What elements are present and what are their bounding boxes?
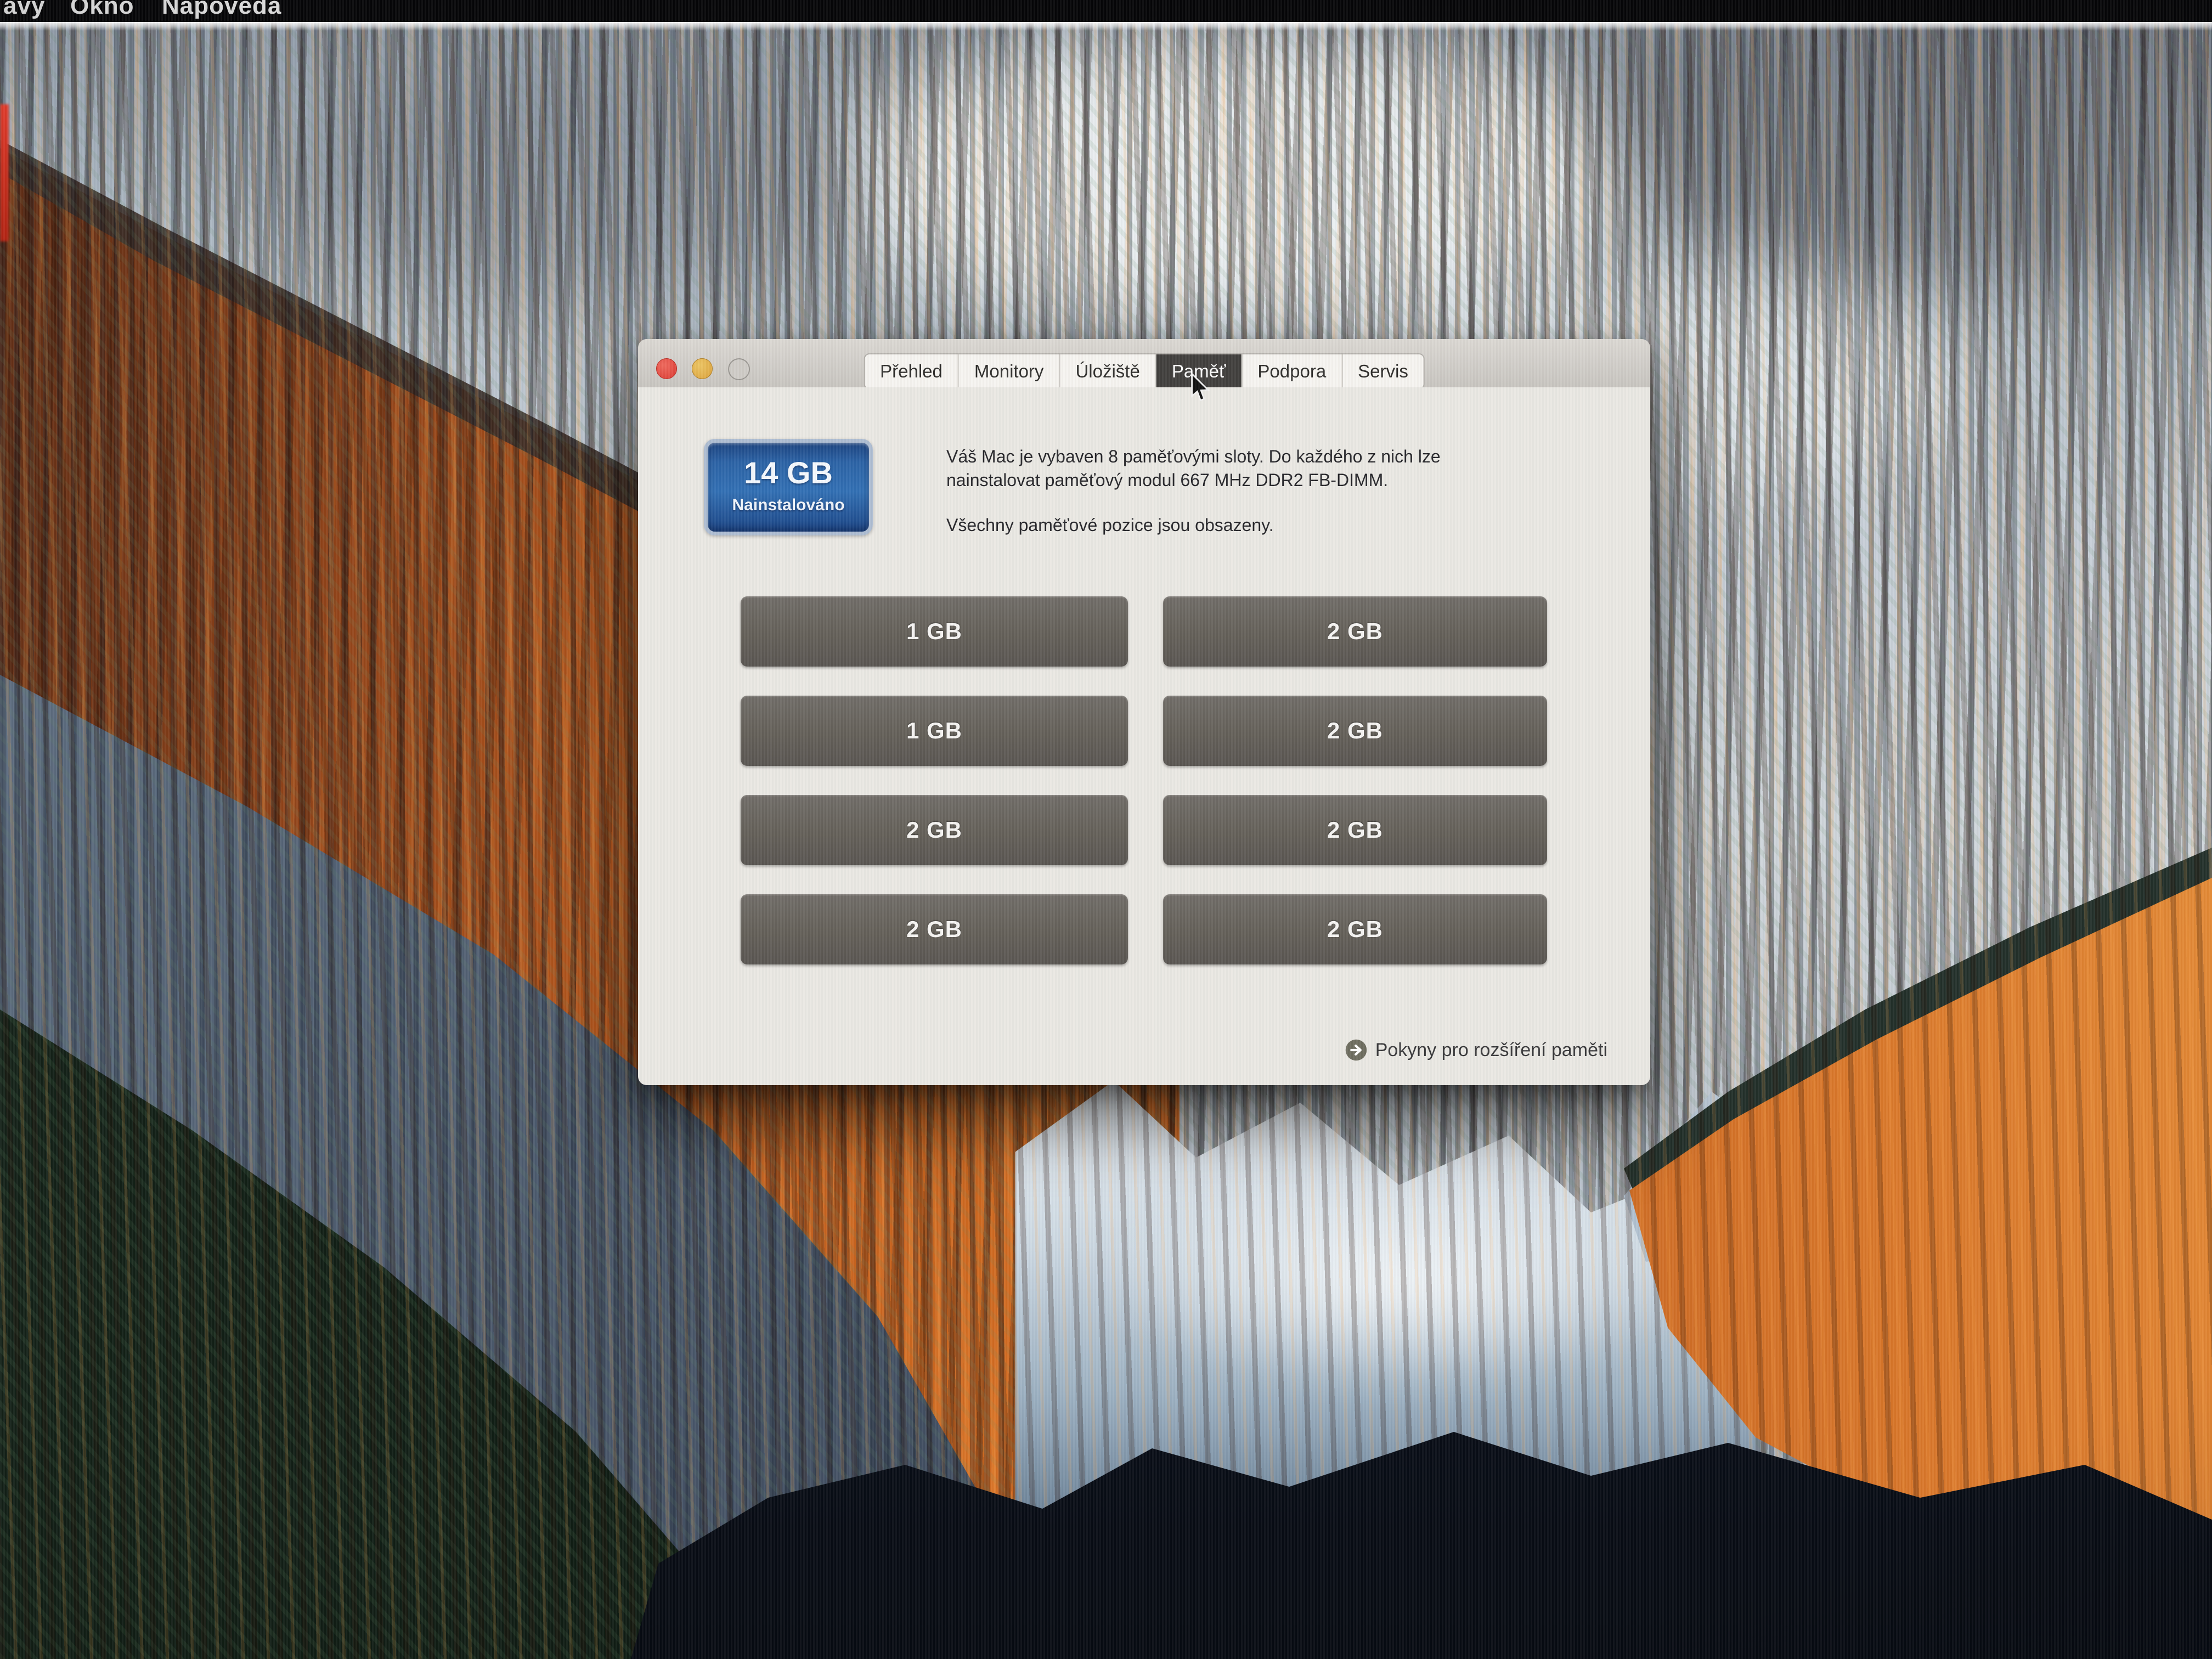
- memory-slot: 2 GB: [1163, 894, 1547, 964]
- menu-item-window[interactable]: Okno: [70, 0, 134, 20]
- memory-slot: 2 GB: [1163, 596, 1547, 667]
- installed-memory-badge: 14 GB Nainstalováno: [704, 439, 873, 535]
- installed-memory-amount: 14 GB: [708, 455, 869, 490]
- tab-prehled[interactable]: Přehled: [865, 354, 959, 388]
- go-arrow-icon: [1345, 1039, 1368, 1062]
- about-this-mac-window: Přehled Monitory Úložiště Paměť Podpora …: [638, 339, 1650, 1085]
- screen-edge-artifact: [0, 104, 9, 241]
- minimize-button[interactable]: [692, 358, 713, 379]
- desktop[interactable]: avy Okno Nápověda Přehled Monitory Úloži…: [0, 0, 2212, 1659]
- menu-item-partial[interactable]: avy: [3, 0, 45, 20]
- memory-slot: 2 GB: [1163, 795, 1547, 865]
- memory-slot: 1 GB: [741, 696, 1128, 766]
- close-button[interactable]: [656, 358, 677, 379]
- memory-upgrade-link-label: Pokyny pro rozšíření paměti: [1375, 1040, 1607, 1061]
- tab-uloziste[interactable]: Úložiště: [1060, 354, 1156, 388]
- memory-slot-grid: 1 GB 2 GB 1 GB 2 GB 2 GB 2 GB 2 GB 2 GB: [741, 596, 1547, 964]
- mouse-cursor: [1189, 373, 1211, 404]
- zoom-button-disabled: [728, 358, 750, 380]
- memory-slot: 2 GB: [741, 795, 1128, 865]
- menu-item-help[interactable]: Nápověda: [162, 0, 281, 20]
- memory-status-text: Všechny paměťové pozice jsou obsazeny.: [946, 515, 1274, 535]
- tab-servis[interactable]: Servis: [1342, 354, 1424, 388]
- memory-slot: 2 GB: [1163, 696, 1547, 766]
- memory-pane: 14 GB Nainstalováno Váš Mac je vybaven 8…: [638, 387, 1650, 1085]
- tab-podpora[interactable]: Podpora: [1242, 354, 1342, 388]
- installed-memory-caption: Nainstalováno: [708, 496, 869, 515]
- memory-upgrade-link[interactable]: Pokyny pro rozšíření paměti: [1345, 1039, 1607, 1062]
- toolbar-tabs: Přehled Monitory Úložiště Paměť Podpora …: [864, 353, 1425, 390]
- tab-monitory[interactable]: Monitory: [959, 354, 1060, 388]
- window-titlebar[interactable]: Přehled Monitory Úložiště Paměť Podpora …: [638, 339, 1650, 388]
- memory-description: Váš Mac je vybaven 8 paměťovými sloty. D…: [946, 445, 1649, 492]
- menu-bar: avy Okno Nápověda: [0, 0, 2212, 22]
- memory-slot: 1 GB: [741, 596, 1128, 667]
- memory-slot: 2 GB: [741, 894, 1128, 964]
- screen-glare: [0, 22, 2212, 31]
